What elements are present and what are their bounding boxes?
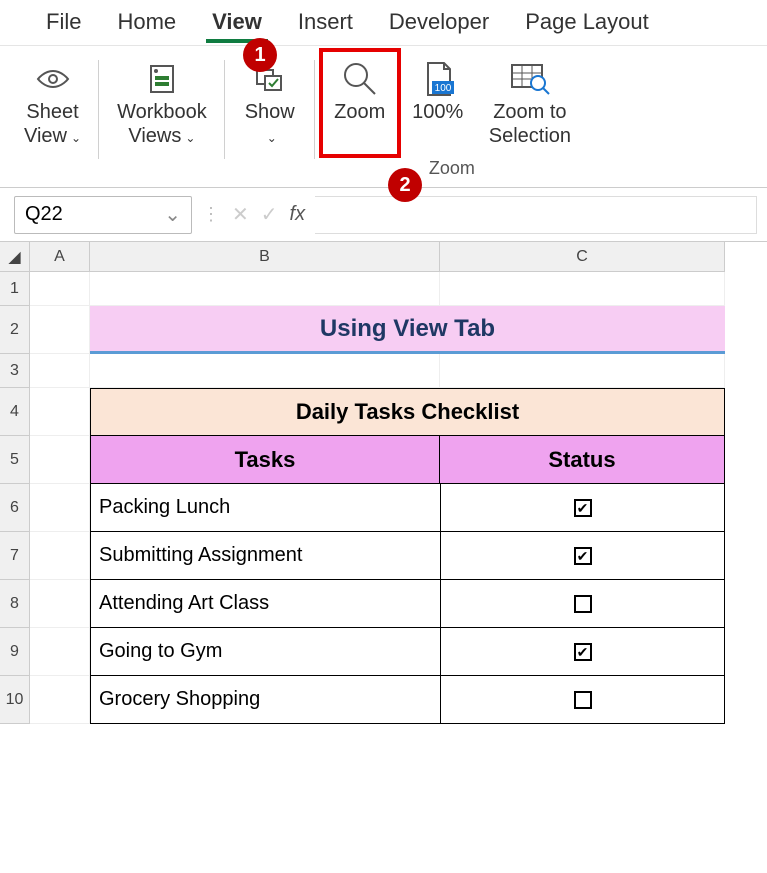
eye-icon — [35, 60, 71, 98]
row-head[interactable]: 1 — [0, 272, 30, 306]
task-name[interactable]: Packing Lunch — [90, 484, 440, 532]
show-button[interactable]: Show⌄ — [235, 56, 305, 152]
name-box-value: Q22 — [25, 203, 63, 226]
zoom-group-label: Zoom — [429, 158, 475, 179]
cell[interactable] — [90, 272, 440, 306]
tab-view[interactable]: View — [194, 1, 280, 45]
row-head[interactable]: 8 — [0, 580, 30, 628]
formula-bar: Q22 ⌄ ⋮ ✕ ✓ fx — [0, 188, 767, 242]
cell[interactable] — [30, 484, 90, 532]
row-head[interactable]: 3 — [0, 354, 30, 388]
more-icon[interactable]: ⋮ — [202, 204, 220, 225]
task-status[interactable]: ✔ — [440, 532, 725, 580]
checkbox-icon[interactable]: ✔ — [574, 643, 592, 661]
chevron-down-icon[interactable]: ⌄ — [164, 202, 181, 227]
enter-icon[interactable]: ✓ — [261, 202, 278, 227]
tab-developer[interactable]: Developer — [371, 1, 507, 45]
chevron-down-icon: ⌄ — [267, 131, 277, 145]
grid-magnifier-icon — [508, 60, 552, 98]
cell[interactable] — [440, 272, 725, 306]
task-name[interactable]: Attending Art Class — [90, 580, 440, 628]
cell[interactable] — [30, 306, 90, 354]
workbook-views-button[interactable]: Workbook Views⌄ — [109, 56, 215, 152]
task-status[interactable]: ✔ — [440, 628, 725, 676]
zoom-100-label: 100% — [412, 100, 463, 124]
chevron-down-icon: ⌄ — [71, 131, 81, 145]
chevron-down-icon: ⌄ — [185, 131, 195, 145]
col-head-b[interactable]: B — [90, 242, 440, 272]
zoom-selection-label: Zoom to Selection — [489, 100, 571, 148]
ribbon-group-zoom: Zoom 100 100% Zoom to Selection Zoom — [315, 56, 589, 179]
table-header[interactable]: Daily Tasks Checklist — [90, 388, 725, 436]
fx-icon[interactable]: fx — [290, 203, 306, 226]
cell[interactable] — [30, 628, 90, 676]
sheet-view-button[interactable]: Sheet View⌄ — [16, 56, 89, 152]
task-status[interactable] — [440, 580, 725, 628]
show-label: Show⌄ — [245, 100, 295, 148]
svg-text:100: 100 — [434, 83, 451, 94]
ribbon-group-workbook: Workbook Views⌄ — [99, 56, 225, 179]
zoom-label: Zoom — [334, 100, 385, 124]
tab-home[interactable]: Home — [99, 1, 194, 45]
zoom-100-button[interactable]: 100 100% — [403, 56, 473, 152]
cell[interactable] — [30, 388, 90, 436]
page-100-icon: 100 — [418, 60, 458, 98]
row-head[interactable]: 9 — [0, 628, 30, 676]
row-head[interactable]: 4 — [0, 388, 30, 436]
checkbox-icon[interactable] — [574, 595, 592, 613]
task-name[interactable]: Grocery Shopping — [90, 676, 440, 724]
ribbon-group-show: Show⌄ — [225, 56, 315, 179]
cell[interactable] — [30, 532, 90, 580]
cell[interactable] — [30, 676, 90, 724]
col-tasks-header[interactable]: Tasks — [90, 436, 440, 484]
ribbon: Sheet View⌄ Workbook Views⌄ Show⌄ Zoom — [0, 46, 767, 188]
col-status-header[interactable]: Status — [440, 436, 725, 484]
cell[interactable] — [90, 354, 440, 388]
cell[interactable] — [30, 354, 90, 388]
annotation-badge-1: 1 — [243, 38, 277, 72]
cell[interactable] — [30, 436, 90, 484]
row-head[interactable]: 2 — [0, 306, 30, 354]
task-name[interactable]: Submitting Assignment — [90, 532, 440, 580]
checkbox-icon[interactable]: ✔ — [574, 499, 592, 517]
col-head-a[interactable]: A — [30, 242, 90, 272]
formula-input[interactable] — [315, 196, 757, 234]
name-box[interactable]: Q22 ⌄ — [14, 196, 192, 234]
checkbox-icon[interactable]: ✔ — [574, 547, 592, 565]
tab-file[interactable]: File — [28, 1, 99, 45]
workbook-icon — [145, 60, 179, 98]
spreadsheet-grid: ◢ A B C 1 2 Using View Tab 3 4 Daily Tas… — [0, 242, 767, 724]
cancel-icon[interactable]: ✕ — [232, 202, 249, 227]
task-status[interactable]: ✔ — [440, 484, 725, 532]
col-head-c[interactable]: C — [440, 242, 725, 272]
row-head[interactable]: 7 — [0, 532, 30, 580]
workbook-views-label: Workbook Views⌄ — [117, 100, 207, 148]
select-all-corner[interactable]: ◢ — [0, 242, 30, 272]
formula-controls: ⋮ ✕ ✓ fx — [202, 202, 305, 227]
menu-tabs: File Home View Insert Developer Page Lay… — [0, 0, 767, 46]
sheet-title[interactable]: Using View Tab — [90, 306, 725, 354]
tab-page-layout[interactable]: Page Layout — [507, 1, 667, 45]
ribbon-group-sheetview: Sheet View⌄ — [6, 56, 99, 179]
row-head[interactable]: 10 — [0, 676, 30, 724]
row-head[interactable]: 6 — [0, 484, 30, 532]
zoom-selection-button[interactable]: Zoom to Selection — [481, 56, 579, 152]
cell[interactable] — [30, 580, 90, 628]
magnifier-icon — [340, 60, 380, 98]
cell[interactable] — [30, 272, 90, 306]
row-head[interactable]: 5 — [0, 436, 30, 484]
annotation-badge-2: 2 — [388, 168, 422, 202]
cell[interactable] — [440, 354, 725, 388]
zoom-button[interactable]: Zoom — [325, 56, 395, 152]
tab-insert[interactable]: Insert — [280, 1, 371, 45]
checkbox-icon[interactable] — [574, 691, 592, 709]
task-status[interactable] — [440, 676, 725, 724]
task-name[interactable]: Going to Gym — [90, 628, 440, 676]
sheet-view-label: Sheet View⌄ — [24, 100, 81, 148]
